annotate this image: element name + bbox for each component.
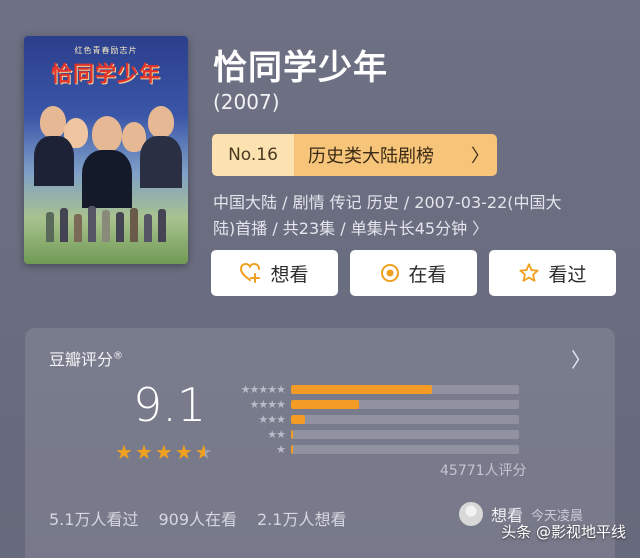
star-icon: ★ xyxy=(115,440,133,464)
rank-badge[interactable]: No.16 历史类大陆剧榜 〉 xyxy=(212,134,497,176)
poster-figure xyxy=(34,136,74,186)
poster-crowd xyxy=(46,204,166,242)
rating-distribution: ★★★★★ ★★★★ ★★★ ★★ ★ xyxy=(231,382,519,457)
poster-figure xyxy=(82,150,132,208)
poster-title: 恰同学少年 xyxy=(51,61,161,86)
target-icon xyxy=(380,263,400,283)
distribution-bar xyxy=(291,445,294,454)
distribution-bar xyxy=(291,385,433,394)
heart-plus-icon xyxy=(240,263,262,283)
watched-button[interactable]: 看过 xyxy=(489,250,616,296)
rating-header: 豆瓣评分® xyxy=(49,346,123,370)
distribution-row: ★★ xyxy=(231,427,519,442)
star-icon: ★ xyxy=(134,440,153,464)
movie-title: 恰同学少年 xyxy=(213,48,388,88)
distribution-stars: ★★★★ xyxy=(249,398,286,411)
watching-count[interactable]: 909人在看 xyxy=(158,506,237,530)
distribution-stars: ★ xyxy=(276,443,286,456)
chevron-right-icon[interactable]: 〉 xyxy=(571,344,591,373)
meta-line: 陆)首播 / 共23集 / 单集片长45分钟 〉 xyxy=(213,219,489,238)
movie-meta[interactable]: 中国大陆 / 剧情 传记 历史 / 2007-03-22(中国大 陆)首播 / … xyxy=(213,190,613,242)
distribution-row: ★ xyxy=(231,442,519,457)
distribution-row: ★★★★ xyxy=(231,397,519,412)
poster-figure xyxy=(140,136,182,188)
rating-header-label: 豆瓣评分 xyxy=(49,350,114,369)
poster-image[interactable]: 红色青春励志片 恰同学少年 xyxy=(24,36,188,264)
want-count[interactable]: 2.1万人想看 xyxy=(257,506,346,530)
want-button[interactable]: 想看 xyxy=(211,250,338,296)
distribution-row: ★★★★★ xyxy=(231,382,519,397)
watching-button[interactable]: 在看 xyxy=(350,250,477,296)
watching-label: 在看 xyxy=(408,263,447,286)
distribution-stars: ★★★★★ xyxy=(240,383,286,396)
movie-year: (2007) xyxy=(213,90,280,114)
rating-stars: ★ ★ ★ ★ ★ xyxy=(115,440,213,464)
watermark: 头条 @影视地平线 xyxy=(501,523,626,541)
poster-face xyxy=(148,106,174,138)
star-icon: ★ xyxy=(154,440,173,464)
watched-count[interactable]: 5.1万人看过 xyxy=(49,506,138,530)
poster-face xyxy=(92,116,122,152)
chevron-right-icon: 〉 xyxy=(471,146,489,167)
distribution-bar xyxy=(291,415,305,424)
registered-mark: ® xyxy=(113,350,124,362)
star-icon: ★ xyxy=(174,440,193,464)
distribution-bar xyxy=(291,400,360,409)
rank-label: 历史类大陆剧榜 xyxy=(308,146,434,167)
avatar xyxy=(459,502,483,526)
rating-count: 45771人评分 xyxy=(440,463,527,479)
poster-subtitle: 红色青春励志片 xyxy=(74,46,138,55)
rating-score: 9.1 xyxy=(133,378,207,432)
distribution-stars: ★★ xyxy=(267,428,286,441)
distribution-bar xyxy=(291,430,294,439)
star-icon xyxy=(518,262,540,284)
distribution-stars: ★★★ xyxy=(258,413,286,426)
poster-face xyxy=(40,106,66,138)
watched-label: 看过 xyxy=(548,263,587,286)
action-buttons: 想看 在看 看过 xyxy=(211,250,616,296)
want-label: 想看 xyxy=(270,263,309,286)
meta-line: 中国大陆 / 剧情 传记 历史 / 2007-03-22(中国大 xyxy=(213,193,562,212)
distribution-row: ★★★ xyxy=(231,412,519,427)
audience-stats: 5.1万人看过 909人在看 2.1万人想看 xyxy=(49,506,346,530)
rank-number: No.16 xyxy=(212,134,294,176)
half-star-icon: ★ xyxy=(194,440,213,464)
